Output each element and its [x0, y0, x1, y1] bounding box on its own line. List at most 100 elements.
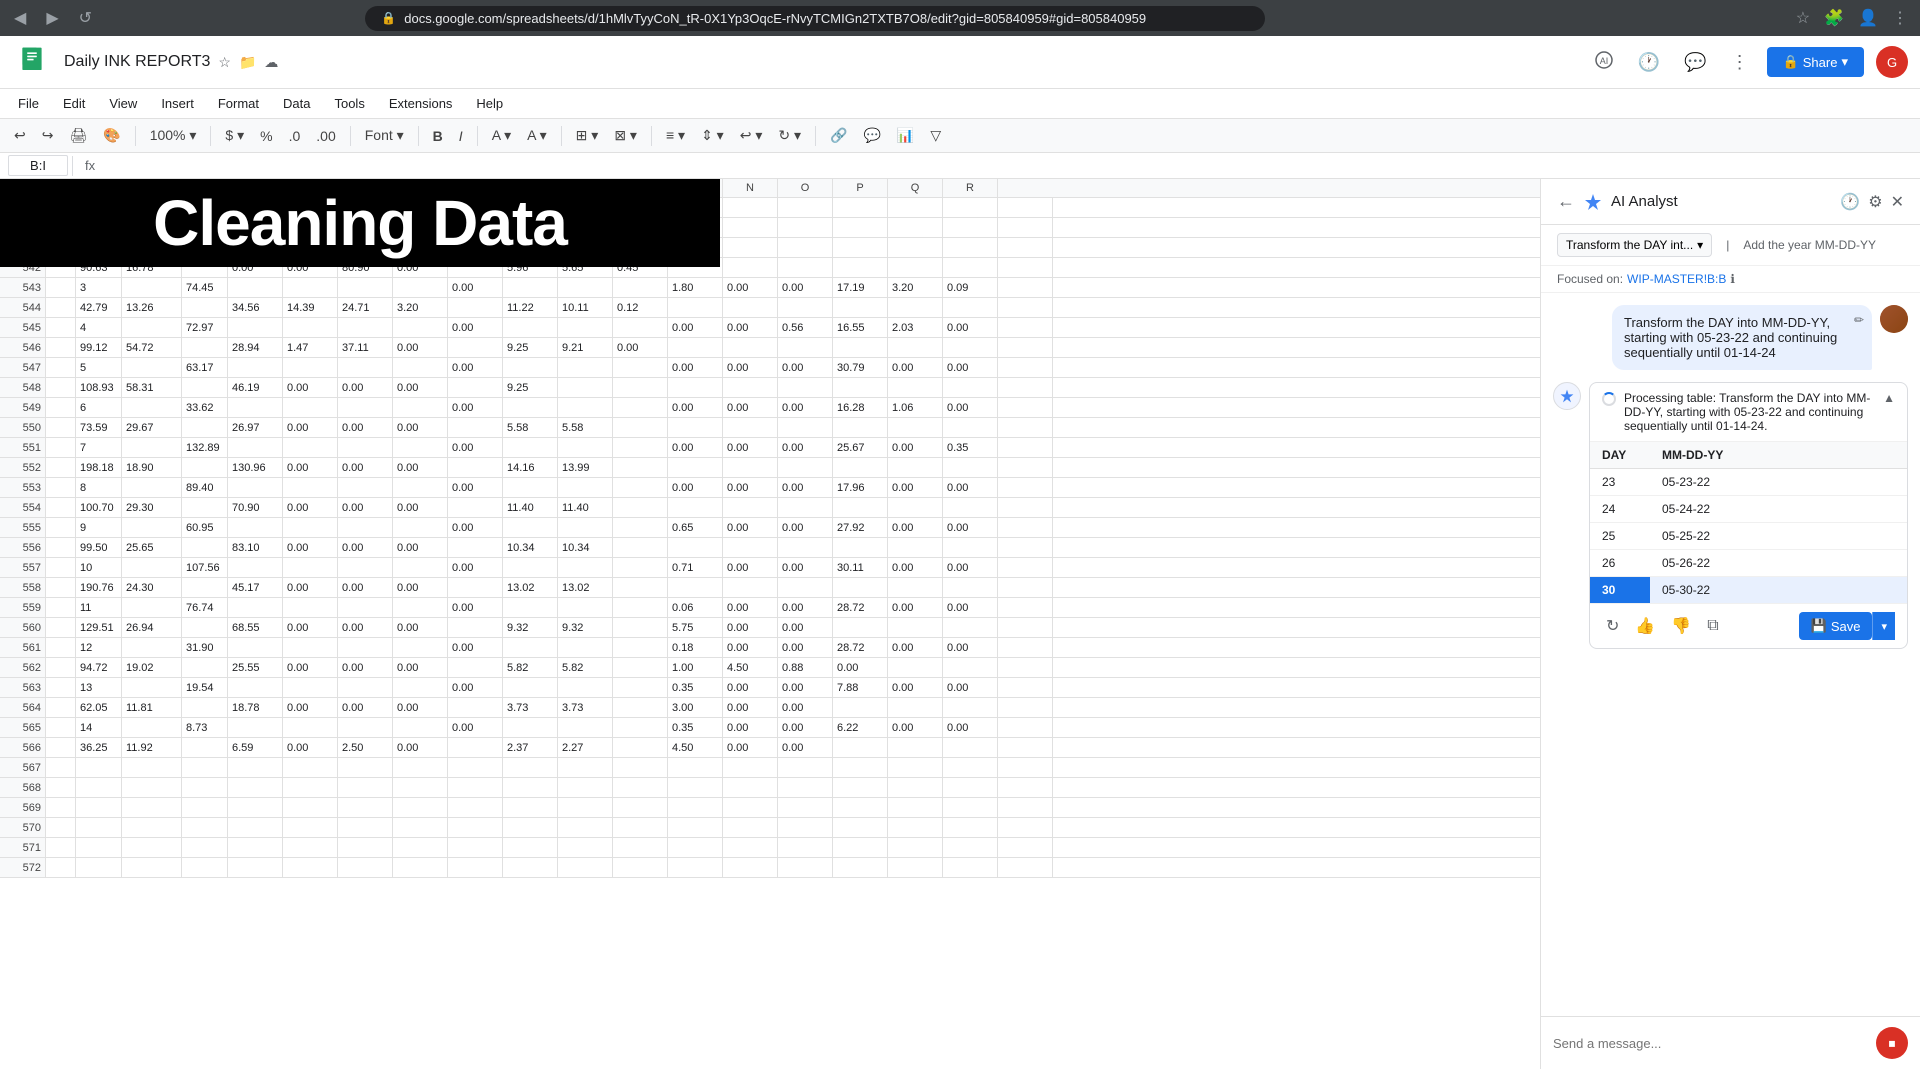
cell[interactable]	[998, 718, 1053, 737]
cell[interactable]	[46, 758, 76, 777]
cell[interactable]: 8	[76, 478, 122, 497]
cell[interactable]	[338, 438, 393, 457]
cell[interactable]: 0.00	[888, 558, 943, 577]
cell[interactable]: 3.00	[668, 698, 723, 717]
cell[interactable]: 0.00	[393, 578, 448, 597]
cell[interactable]	[393, 318, 448, 337]
cell[interactable]: 0.00	[338, 418, 393, 437]
cell[interactable]	[888, 738, 943, 757]
cell[interactable]: 0.00	[338, 578, 393, 597]
fill-color-btn[interactable]: A ▾	[486, 123, 517, 148]
cell[interactable]	[283, 318, 338, 337]
cell[interactable]: 1.06	[888, 398, 943, 417]
menu-insert[interactable]: Insert	[151, 91, 204, 116]
cell[interactable]: 0.00	[943, 598, 998, 617]
cell[interactable]: 26.97	[228, 418, 283, 437]
cell[interactable]: 28.72	[833, 598, 888, 617]
cell[interactable]	[448, 838, 503, 857]
cell[interactable]	[723, 218, 778, 237]
cell[interactable]	[943, 698, 998, 717]
cell[interactable]: 3	[76, 278, 122, 297]
cell[interactable]: 0.00	[723, 558, 778, 577]
cell[interactable]: 14.39	[283, 298, 338, 317]
filter-btn[interactable]: ▽	[924, 123, 947, 148]
cell[interactable]	[228, 778, 283, 797]
cell[interactable]	[998, 838, 1053, 857]
cell[interactable]	[833, 858, 888, 877]
cell[interactable]: 0.35	[668, 718, 723, 737]
cell[interactable]	[182, 818, 228, 837]
cell[interactable]: 2.50	[338, 738, 393, 757]
text-color-btn[interactable]: A ▾	[521, 123, 552, 148]
cell[interactable]	[46, 658, 76, 677]
cell[interactable]	[943, 798, 998, 817]
cell[interactable]	[613, 738, 668, 757]
italic-btn[interactable]: I	[453, 124, 469, 148]
cell[interactable]	[503, 718, 558, 737]
cell[interactable]	[668, 818, 723, 837]
cell[interactable]	[888, 238, 943, 257]
cell[interactable]	[46, 718, 76, 737]
cell[interactable]	[228, 758, 283, 777]
cell[interactable]	[46, 558, 76, 577]
cell[interactable]: 0.18	[668, 638, 723, 657]
cell[interactable]: 0.00	[338, 458, 393, 477]
cell[interactable]	[613, 398, 668, 417]
cell[interactable]	[833, 578, 888, 597]
cell[interactable]: 13.26	[122, 298, 182, 317]
cell[interactable]: 42.79	[76, 298, 122, 317]
cell[interactable]: 68.55	[228, 618, 283, 637]
cell[interactable]	[613, 638, 668, 657]
cell[interactable]	[943, 538, 998, 557]
cell[interactable]	[393, 718, 448, 737]
cell[interactable]	[393, 558, 448, 577]
cell[interactable]: 17.19	[833, 278, 888, 297]
cell[interactable]	[888, 198, 943, 217]
cell[interactable]	[778, 758, 833, 777]
ai-message-input[interactable]	[1553, 1036, 1868, 1051]
cell[interactable]: 11.22	[503, 298, 558, 317]
cell[interactable]: 0.00	[283, 418, 338, 437]
cell[interactable]	[998, 218, 1053, 237]
cell[interactable]	[778, 298, 833, 317]
col-header-Q[interactable]: Q	[888, 179, 943, 197]
cell[interactable]	[182, 498, 228, 517]
cell[interactable]	[46, 418, 76, 437]
cell[interactable]	[448, 798, 503, 817]
cell[interactable]	[943, 378, 998, 397]
cell[interactable]	[76, 838, 122, 857]
cell[interactable]: 0.00	[888, 438, 943, 457]
cell[interactable]	[46, 698, 76, 717]
cell[interactable]	[338, 798, 393, 817]
cell[interactable]: 107.56	[182, 558, 228, 577]
cell[interactable]: 14	[76, 718, 122, 737]
cell[interactable]: 0.00	[723, 718, 778, 737]
cell[interactable]	[778, 338, 833, 357]
paint-format-btn[interactable]: 🎨	[97, 123, 126, 148]
cell[interactable]	[283, 478, 338, 497]
cell[interactable]	[613, 578, 668, 597]
cell[interactable]	[122, 398, 182, 417]
cell[interactable]: 0.00	[448, 718, 503, 737]
cell[interactable]	[503, 318, 558, 337]
redo-btn[interactable]: ↪	[36, 123, 60, 148]
cell[interactable]	[888, 818, 943, 837]
cell[interactable]	[393, 778, 448, 797]
cell[interactable]	[723, 198, 778, 217]
cell[interactable]: 0.00	[723, 598, 778, 617]
cell[interactable]	[283, 398, 338, 417]
cell[interactable]: 13	[76, 678, 122, 697]
cell[interactable]: 2.03	[888, 318, 943, 337]
cell[interactable]	[283, 278, 338, 297]
cell[interactable]	[833, 538, 888, 557]
cell[interactable]: 0.00	[888, 598, 943, 617]
cell[interactable]	[778, 818, 833, 837]
menu-icon[interactable]: ⋮	[1888, 4, 1912, 32]
cell[interactable]	[613, 798, 668, 817]
cell[interactable]: 18.90	[122, 458, 182, 477]
cell[interactable]	[448, 578, 503, 597]
cell[interactable]	[46, 538, 76, 557]
cell[interactable]	[833, 498, 888, 517]
cell[interactable]	[888, 618, 943, 637]
cell[interactable]	[338, 838, 393, 857]
